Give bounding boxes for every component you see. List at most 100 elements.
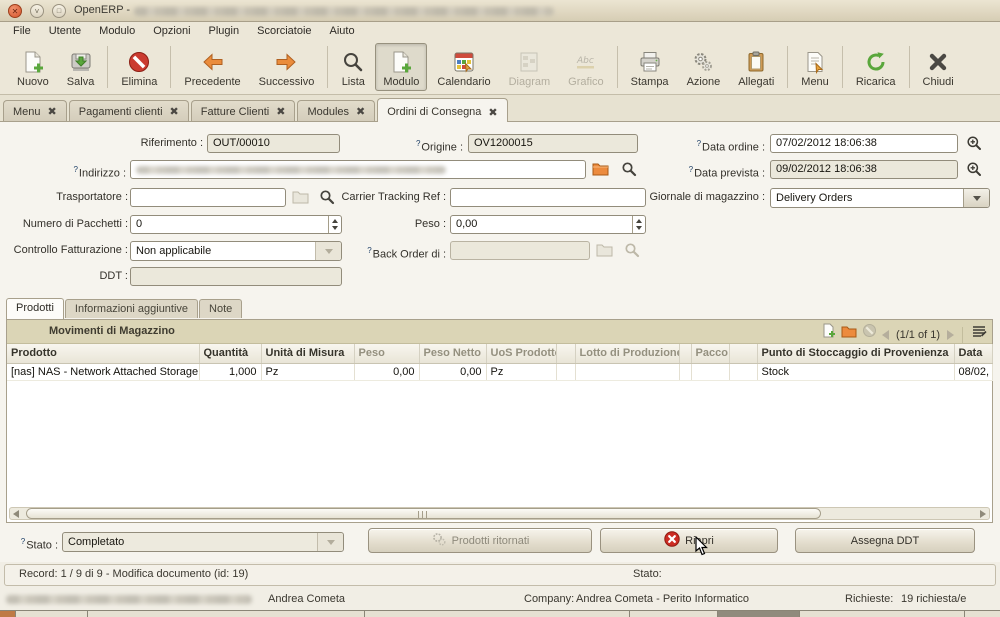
combo-arrow-icon — [315, 242, 341, 260]
col-spacer — [556, 344, 575, 363]
gears-small-icon — [431, 531, 447, 550]
indirizzo-blurred-value — [136, 166, 446, 174]
table-row[interactable]: [nas] NAS - Network Attached Storage 1,0… — [7, 363, 992, 380]
col-pacco[interactable]: Pacco — [691, 344, 729, 363]
ddt-field[interactable] — [130, 267, 342, 286]
search-record-icon[interactable] — [621, 161, 639, 177]
open-resource-folder-icon-disabled — [292, 189, 310, 205]
company-value: Andrea Cometa - Perito Informatico — [576, 593, 749, 605]
window-close-button[interactable]: ✕ — [8, 4, 22, 18]
tab-modules[interactable]: Modules✖ — [297, 100, 375, 121]
next-button[interactable]: Successivo — [251, 43, 323, 91]
switch-view-icon[interactable] — [971, 324, 987, 347]
col-peso[interactable]: Peso — [354, 344, 419, 363]
cancel-red-icon — [664, 531, 680, 550]
window-minimize-button[interactable]: ˅ — [30, 4, 44, 18]
svg-text:Abc: Abc — [576, 56, 594, 66]
date-picker-zoom-icon[interactable] — [966, 135, 984, 151]
window-maximize-button[interactable]: □ — [52, 4, 66, 18]
data-prevista-field[interactable]: 09/02/2012 18:06:38 — [770, 160, 958, 179]
controllo-fatturazione-combo[interactable]: Non applicabile — [130, 241, 342, 261]
tab-fatture-clienti[interactable]: Fatture Clienti✖ — [191, 100, 296, 121]
pager-previous-icon[interactable] — [882, 330, 889, 340]
scroll-left-icon[interactable] — [13, 510, 19, 518]
reload-icon — [864, 49, 888, 75]
section-title: Movimenti di Magazzino — [7, 325, 175, 337]
riapri-button[interactable]: Riapri — [600, 528, 778, 553]
menu-scorciatoie[interactable]: Scorciatoie — [248, 24, 320, 38]
list-view-button[interactable]: Lista — [333, 43, 373, 91]
col-unita-di-misura[interactable]: Unità di Misura — [261, 344, 354, 363]
data-ordine-field[interactable]: 07/02/2012 18:06:38 — [770, 134, 958, 153]
peso-field[interactable]: 0,00 — [450, 215, 646, 234]
menu-modulo[interactable]: Modulo — [90, 24, 144, 38]
pager-next-icon[interactable] — [947, 330, 954, 340]
gears-icon — [691, 49, 715, 75]
indirizzo-field[interactable] — [130, 160, 586, 179]
col-spacer — [679, 344, 691, 363]
horizontal-scrollbar[interactable] — [9, 507, 990, 520]
new-line-icon[interactable] — [821, 323, 836, 347]
calendar-view-button[interactable]: Calendario — [429, 43, 498, 91]
tab-ordini-di-consegna[interactable]: Ordini di Consegna✖ — [377, 98, 507, 122]
pager-label: (1/1 of 1) — [894, 327, 942, 343]
tab-close-icon[interactable]: ✖ — [276, 105, 285, 118]
tab-prodotti[interactable]: Prodotti — [6, 298, 64, 319]
stato-combo[interactable]: Completato — [62, 532, 344, 552]
spinner-control[interactable] — [632, 216, 645, 233]
tab-menu[interactable]: Menu✖ — [3, 100, 67, 121]
delete-button[interactable]: Elimina — [113, 43, 165, 91]
toolbar-separator — [327, 46, 328, 88]
requests-value[interactable]: 19 richiesta/e — [901, 593, 966, 605]
riferimento-field[interactable]: OUT/00010 — [207, 134, 340, 153]
save-icon — [69, 49, 93, 75]
combo-arrow-icon[interactable] — [963, 189, 989, 207]
menu-plugin[interactable]: Plugin — [200, 24, 249, 38]
menu-file[interactable]: File — [4, 24, 40, 38]
graph-view-button: Abc Grafico — [560, 43, 611, 91]
form-document-icon — [389, 49, 413, 75]
numero-pacchetti-field[interactable]: 0 — [130, 215, 342, 234]
col-lotto-di-produzione[interactable]: Lotto di Produzione — [575, 344, 679, 363]
tab-close-icon[interactable]: ✖ — [488, 106, 497, 119]
strip-cell — [88, 611, 365, 617]
giornale-combo[interactable]: Delivery Orders — [770, 188, 990, 208]
save-button[interactable]: Salva — [59, 43, 103, 91]
goto-menu-button[interactable]: Menu — [793, 43, 837, 91]
tab-note[interactable]: Note — [199, 299, 242, 318]
date-picker-zoom-icon[interactable] — [966, 161, 984, 177]
diagram-icon — [517, 49, 541, 75]
tab-close-icon[interactable]: ✖ — [170, 105, 179, 118]
peso-label: Peso : — [394, 216, 446, 233]
attachments-button[interactable]: Allegati — [730, 43, 782, 91]
new-button[interactable]: Nuovo — [9, 43, 57, 91]
tab-pagamenti-clienti[interactable]: Pagamenti clienti✖ — [69, 100, 189, 121]
tab-close-icon[interactable]: ✖ — [48, 105, 57, 118]
action-button[interactable]: Azione — [679, 43, 729, 91]
menu-utente[interactable]: Utente — [40, 24, 90, 38]
movimenti-panel: Movimenti di Magazzino (1/1 of 1) — [6, 319, 993, 523]
carrier-tracking-field[interactable] — [450, 188, 646, 207]
close-tab-button[interactable]: Chiudi — [915, 43, 962, 91]
menu-opzioni[interactable]: Opzioni — [144, 24, 199, 38]
reload-button[interactable]: Ricarica — [848, 43, 904, 91]
tab-informazioni-aggiuntive[interactable]: Informazioni aggiuntive — [65, 299, 198, 318]
open-line-folder-icon[interactable] — [841, 324, 857, 347]
previous-button[interactable]: Precedente — [176, 43, 248, 91]
data-ordine-label: ?Data ordine : — [641, 135, 765, 152]
spinner-control[interactable] — [328, 216, 341, 233]
trasportatore-field[interactable] — [130, 188, 286, 207]
print-button[interactable]: Stampa — [623, 43, 677, 91]
open-resource-folder-icon[interactable] — [592, 161, 610, 177]
menu-aiuto[interactable]: Aiuto — [321, 24, 364, 38]
col-peso-netto[interactable]: Peso Netto — [419, 344, 486, 363]
col-uos-prodotto[interactable]: UoS Prodotto — [486, 344, 556, 363]
col-prodotto[interactable]: Prodotto — [7, 344, 199, 363]
origine-field[interactable]: OV1200015 — [468, 134, 638, 153]
col-quantita[interactable]: Quantità — [199, 344, 261, 363]
scroll-right-icon[interactable] — [980, 510, 986, 518]
tab-close-icon[interactable]: ✖ — [356, 105, 365, 118]
form-view-button[interactable]: Modulo — [375, 43, 427, 91]
scrollbar-thumb[interactable] — [26, 508, 821, 519]
assegna-ddt-button[interactable]: Assegna DDT — [795, 528, 975, 553]
